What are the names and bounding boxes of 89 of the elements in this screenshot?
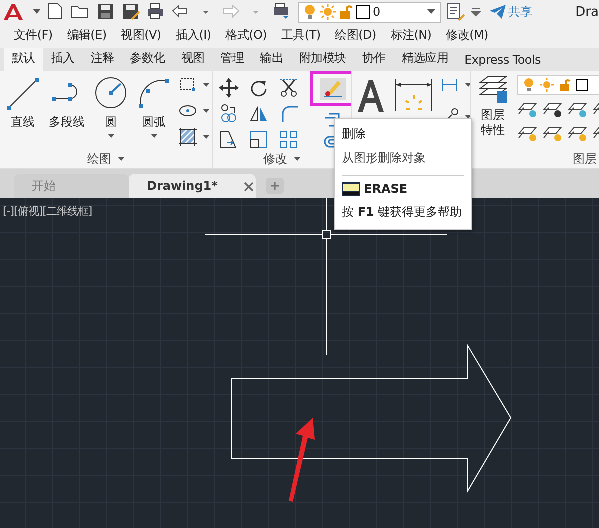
ribbon-tab[interactable]: Express Tools [456, 50, 549, 71]
menu-item[interactable]: 视图(V) [121, 26, 162, 44]
padlock-icon [339, 4, 353, 20]
caret-icon[interactable] [465, 82, 470, 88]
ribbon-tab[interactable]: 附加模块 [292, 48, 354, 71]
ribbon-tool-button[interactable]: 直线 [3, 75, 43, 150]
padlock-icon [559, 78, 571, 92]
command-name: ERASE [364, 182, 408, 196]
ribbon-tool-button[interactable]: 多段线 [46, 75, 88, 150]
erase-button[interactable] [310, 71, 351, 106]
rotate-icon[interactable] [249, 78, 269, 98]
copy-circles-icon[interactable] [219, 104, 239, 124]
menu-item[interactable]: 标注(N) [390, 26, 432, 44]
ribbon-tab[interactable]: 输出 [252, 48, 292, 71]
ribbon-tab[interactable]: 视图 [173, 48, 213, 71]
layer-isolate-icon[interactable] [542, 101, 564, 119]
layer-name: 0 [373, 5, 382, 19]
mirror-icon[interactable] [249, 104, 269, 124]
panel-title[interactable]: 绘图 [88, 150, 124, 168]
menu-item[interactable]: 文件(F) [14, 26, 53, 44]
layer-isolate-icon[interactable] [542, 125, 564, 143]
menu-item[interactable]: 绘图(D) [335, 26, 376, 44]
layer-freeze-icon[interactable] [567, 125, 589, 143]
caret-icon [118, 156, 124, 162]
layer-off-icon[interactable] [517, 125, 539, 143]
ribbon-tool-button[interactable]: 圆 [91, 75, 131, 150]
color-swatch-icon [356, 5, 370, 19]
layer-dropdown[interactable] [517, 75, 599, 95]
caret-icon[interactable] [203, 108, 210, 114]
caret-icon [150, 134, 158, 139]
help-hint: 按 F1 键获得更多帮助 [342, 204, 464, 221]
layer-off-icon[interactable] [517, 101, 539, 119]
caret-icon [294, 156, 300, 162]
light-bulb-icon [523, 78, 535, 92]
ribbon-tab[interactable]: 精选应用 [394, 48, 457, 71]
sun-icon [540, 78, 554, 92]
layer-match-icon[interactable] [446, 2, 466, 22]
ribbon-tool-button[interactable]: 图层特性 [475, 75, 511, 150]
dropdown-arrow-icon [426, 9, 436, 15]
array-icon[interactable] [279, 130, 299, 150]
tooltip-description: 从图形删除对象 [342, 150, 427, 167]
dimension-icon[interactable] [394, 77, 434, 113]
paper-plane-icon [490, 5, 506, 19]
menu-item[interactable]: 格式(O) [226, 26, 268, 44]
ribbon-tab[interactable]: 参数化 [122, 48, 174, 71]
circle-icon [94, 75, 128, 111]
new-tab-icon[interactable] [266, 178, 284, 194]
layer-stack-icon [478, 75, 508, 105]
menu-item[interactable]: 修改(M) [446, 26, 488, 44]
color-swatch-icon [576, 79, 588, 91]
sun-icon [320, 4, 336, 20]
save-as-icon[interactable] [121, 2, 141, 22]
caret-icon[interactable] [203, 134, 210, 140]
line-icon [6, 75, 40, 111]
tooltip-title: 删除 [342, 126, 367, 143]
caret-icon[interactable] [33, 9, 41, 15]
caret-icon[interactable] [203, 82, 210, 88]
move-icon[interactable] [219, 78, 239, 98]
caret-icon [108, 134, 114, 139]
ribbon-tab[interactable]: 协作 [354, 48, 394, 71]
ribbon-tab[interactable]: 插入 [43, 48, 83, 71]
scale-icon[interactable] [249, 130, 269, 150]
ribbon-tab[interactable]: 注释 [82, 48, 122, 71]
menu-item[interactable]: 编辑(E) [67, 26, 107, 44]
stretch-icon[interactable] [219, 130, 239, 150]
layer-freeze-icon[interactable] [567, 101, 589, 119]
ribbon-tool-button[interactable]: 圆弧 [134, 75, 174, 150]
hatch-icon[interactable] [178, 127, 198, 147]
eraser-icon [320, 78, 346, 100]
command-window-icon [342, 182, 360, 196]
layer-dropdown[interactable]: 0 [298, 2, 441, 22]
plot-icon[interactable] [271, 2, 291, 22]
panel-title[interactable]: 图层 [471, 150, 599, 168]
ribbon-tab[interactable]: 管理 [212, 48, 252, 71]
menu-item[interactable]: 工具(T) [282, 26, 321, 44]
window-title: Dra [576, 4, 599, 20]
share-button[interactable]: 共享 [486, 4, 537, 20]
text-tool-icon[interactable] [356, 79, 386, 113]
save-icon[interactable] [96, 2, 116, 22]
overflow-menu-icon[interactable] [470, 7, 481, 17]
close-icon[interactable] [244, 182, 254, 192]
viewport-label[interactable]: [-][俯视][二维线框] [3, 204, 92, 219]
document-tab[interactable]: Drawing1* [129, 174, 256, 198]
menu-item[interactable]: 插入(I) [176, 26, 212, 44]
print-icon[interactable] [146, 2, 166, 22]
panel-title[interactable]: 修改 [264, 150, 300, 168]
light-bulb-icon [303, 4, 317, 20]
scissors-icon[interactable] [279, 78, 299, 98]
ribbon-tab[interactable]: 默认 [4, 48, 44, 71]
